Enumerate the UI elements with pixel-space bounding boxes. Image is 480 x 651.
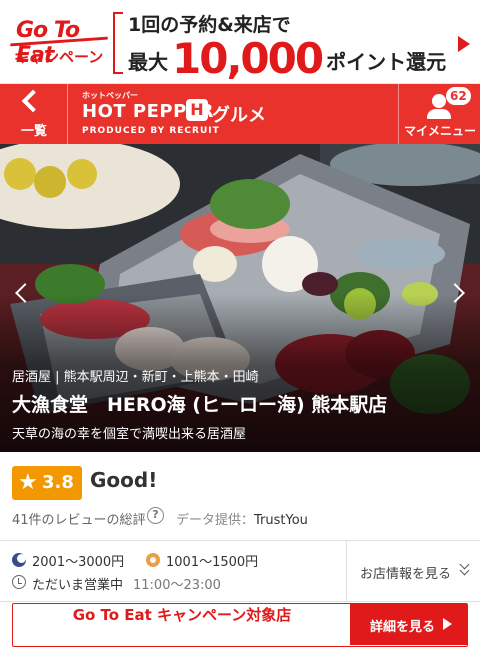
logo-line2: キャンペーン xyxy=(14,48,104,66)
rating-score: 3.8 xyxy=(42,472,74,493)
logo-produced: PRODUCED BY RECRUIT xyxy=(82,126,220,136)
clock-icon xyxy=(12,575,26,589)
my-menu-label: マイメニュー xyxy=(403,124,476,138)
opening-hours: 11:00～23:00 xyxy=(133,578,221,593)
restaurant-area: 居酒屋 | 熊本駅周辺・新町・上熊本・田崎 xyxy=(12,370,259,385)
back-label: 一覧 xyxy=(20,124,47,139)
help-icon[interactable]: ? xyxy=(147,507,164,524)
notification-badge: 62 xyxy=(446,87,471,105)
details-button[interactable]: 詳細を見る xyxy=(350,604,467,645)
banner-bracket xyxy=(113,12,123,74)
lunch-budget: 1001～1500円 xyxy=(166,555,259,570)
campaign-prefix: 最大 xyxy=(128,50,168,74)
user-icon-body xyxy=(427,109,451,119)
review-summary: 41件のレビューの総評 xyxy=(12,513,146,528)
user-icon xyxy=(432,94,446,108)
details-label: 詳細を見る xyxy=(370,620,436,635)
campaign-suffix: ポイント還元 xyxy=(326,50,447,74)
moon-icon xyxy=(12,553,26,567)
data-provider: データ提供：TrustYou xyxy=(176,509,308,528)
app-header: 一覧 ホットペッパー HOT PEPPER H グルメ PRODUCED BY … xyxy=(0,84,480,144)
go-to-eat-bar: Go To Eat キャンペーン対象店 詳細を見る xyxy=(12,603,468,647)
sun-icon xyxy=(146,553,160,567)
campaign-line1: 1回の予約&来店で xyxy=(128,14,291,36)
go-to-eat-label: Go To Eat キャンペーン対象店 xyxy=(72,606,292,624)
restaurant-catchphrase: 天草の海の幸を個室で満喫出来る居酒屋 xyxy=(12,427,247,442)
rating-badge: ★ 3.8 xyxy=(12,466,82,500)
shop-info-label: お店情報を見る xyxy=(360,567,452,582)
campaign-line2: 最大10,000 ポイント還元 xyxy=(128,34,447,83)
rating-word: Good! xyxy=(90,468,158,492)
star-icon: ★ xyxy=(18,470,38,495)
rating-section: ★ 3.8 Good! 41件のレビューの総評 ? データ提供：TrustYou xyxy=(0,452,480,540)
campaign-amount: 10,000 xyxy=(172,34,324,83)
play-arrow-icon xyxy=(458,36,470,52)
logo-sub: グルメ xyxy=(212,105,266,126)
restaurant-name: 大漁食堂 HERO海 (ヒーロー海) 熊本駅店 xyxy=(12,394,388,416)
chevron-left-icon xyxy=(21,89,45,113)
back-to-list-button[interactable]: 一覧 xyxy=(0,84,68,144)
shop-info-summary: 2001～3000円 1001～1500円 ただいま営業中 11:00～23:0… xyxy=(0,540,480,602)
dinner-budget: 2001～3000円 xyxy=(32,555,125,570)
provider-label: データ提供： xyxy=(176,513,255,528)
open-status: ただいま営業中 xyxy=(32,578,124,593)
go-to-eat-logo: Go To Eat キャンペーン xyxy=(10,16,110,70)
logo-h-icon: H xyxy=(186,99,208,121)
campaign-banner[interactable]: Go To Eat キャンペーン 1回の予約&来店で 最大10,000 ポイント還… xyxy=(0,0,480,84)
my-menu-button[interactable]: 62 マイメニュー xyxy=(398,84,480,144)
shop-info-toggle[interactable]: お店情報を見る xyxy=(346,541,480,601)
hotpepper-gourmet-logo[interactable]: ホットペッパー HOT PEPPER H グルメ PRODUCED BY REC… xyxy=(82,90,282,140)
play-arrow-icon xyxy=(443,618,452,630)
hero-image-carousel[interactable]: 居酒屋 | 熊本駅周辺・新町・上熊本・田崎 大漁食堂 HERO海 (ヒーロー海)… xyxy=(0,144,480,452)
logo-kana: ホットペッパー xyxy=(82,91,138,100)
double-chevron-down-icon xyxy=(459,559,471,576)
provider-name: TrustYou xyxy=(254,513,308,528)
